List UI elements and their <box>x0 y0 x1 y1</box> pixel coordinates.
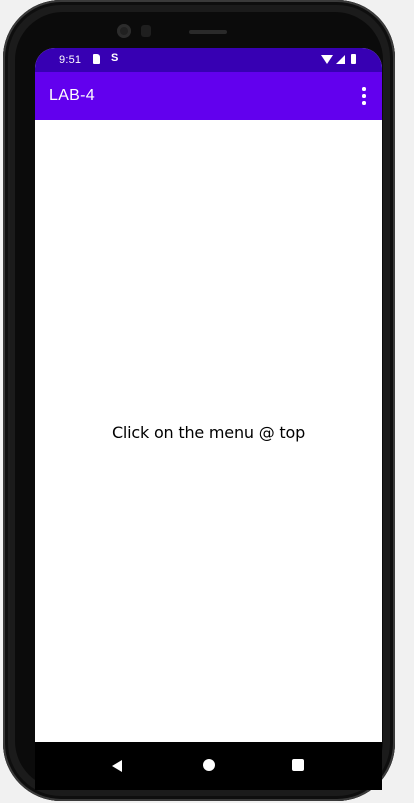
menu-dot <box>362 87 366 91</box>
status-time: 9:51 <box>59 54 82 66</box>
sd-card-icon <box>93 54 100 64</box>
menu-dot <box>362 94 366 98</box>
signal-icon <box>336 55 345 64</box>
s-icon: S <box>111 52 119 64</box>
earpiece-speaker <box>189 30 227 34</box>
app-bar: LAB-4 <box>35 72 382 120</box>
main-content: Click on the menu @ top <box>35 120 382 742</box>
menu-dot <box>362 101 366 105</box>
home-icon[interactable] <box>203 759 215 771</box>
instruction-text: Click on the menu @ top <box>111 423 306 442</box>
overflow-menu-icon[interactable] <box>352 84 376 108</box>
front-camera-icon <box>117 24 131 38</box>
sensor-icon <box>141 25 151 37</box>
back-icon[interactable] <box>112 760 122 772</box>
emulator-stage: 9:51 S LAB-4 Click on the menu @ top <box>0 0 414 803</box>
status-bar: 9:51 S <box>35 48 382 72</box>
device-screen: 9:51 S LAB-4 Click on the menu @ top <box>35 48 382 790</box>
navigation-bar <box>35 742 382 790</box>
battery-icon <box>351 54 356 64</box>
recents-icon[interactable] <box>292 759 304 771</box>
wifi-icon <box>321 55 333 64</box>
app-title: LAB-4 <box>49 87 95 104</box>
